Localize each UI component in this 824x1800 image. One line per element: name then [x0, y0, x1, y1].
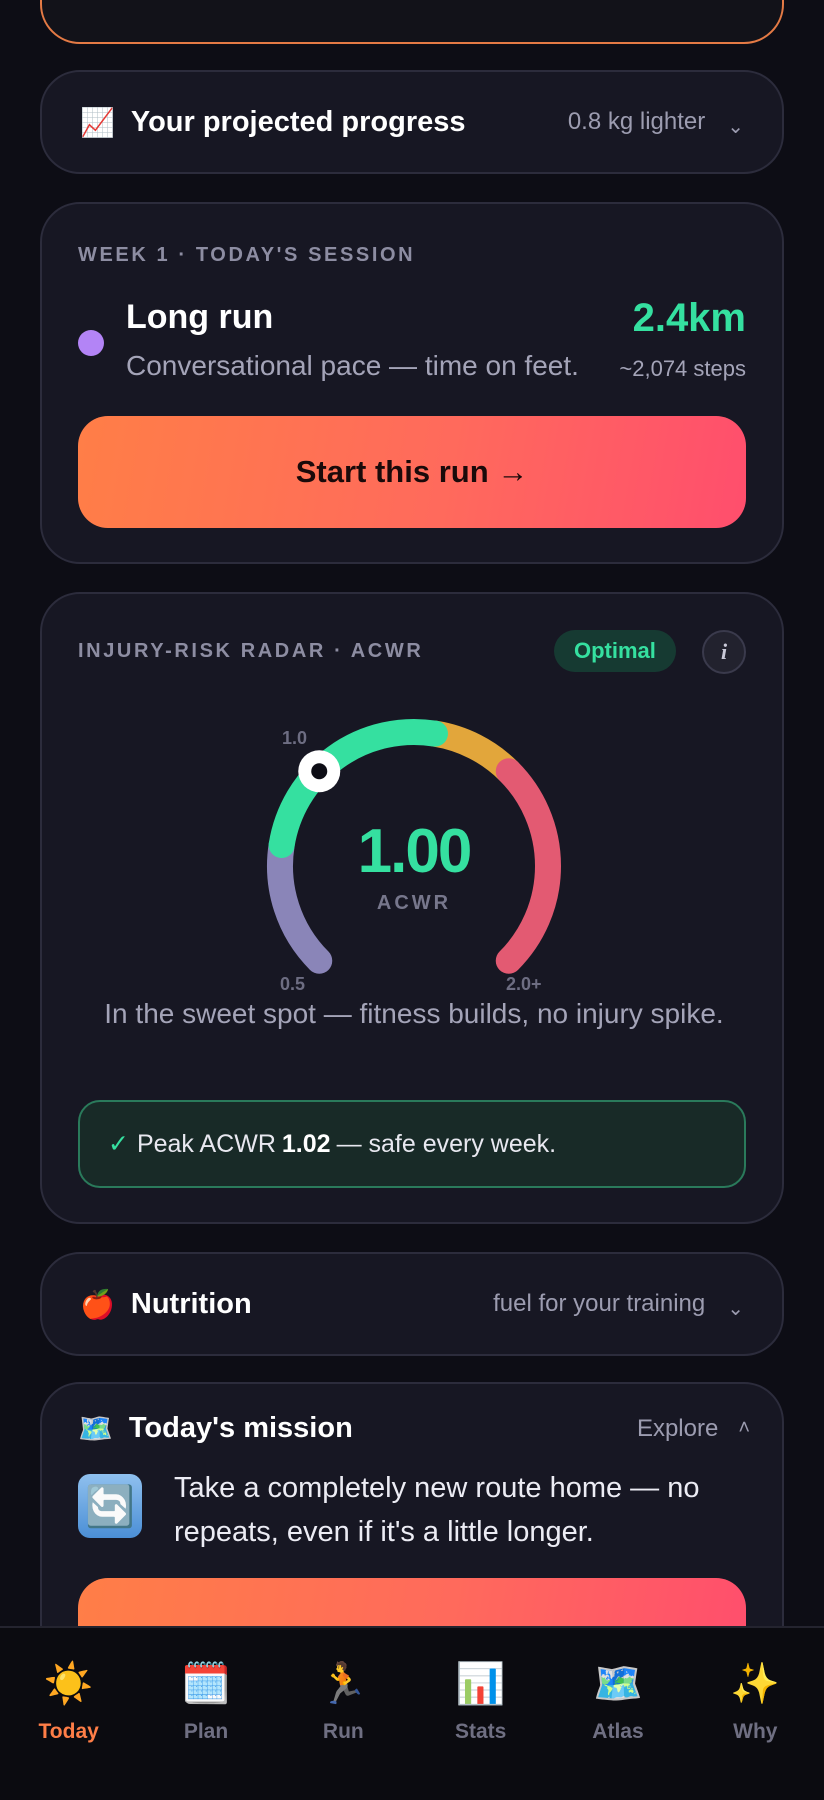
bottom-tab-bar: ☀️ Today 🗓️ Plan 🏃 Run 📊 Stats 🗺️ Atlas …: [0, 1626, 824, 1800]
session-eyebrow: WEEK 1 · TODAY'S SESSION: [78, 244, 416, 266]
sparkles-icon: ✨: [730, 1662, 781, 1706]
mission-title: Today's mission: [128, 1412, 353, 1444]
session-title: Long run: [126, 298, 274, 336]
session-steps: ~2,074 steps: [619, 356, 746, 381]
injury-risk-radar-card: INJURY-RISK RADAR · ACWR Optimal i 1.0 0…: [40, 592, 784, 1224]
tab-stats[interactable]: 📊 Stats: [412, 1628, 549, 1800]
nutrition-title: Nutrition: [130, 1287, 252, 1320]
projected-progress-card[interactable]: 📈 Your projected progress 0.8 kg lighter…: [40, 70, 784, 174]
gauge-tick-optimal: 1.0: [282, 728, 308, 748]
tab-why[interactable]: ✨ Why: [687, 1628, 824, 1800]
sun-icon: ☀️: [43, 1662, 94, 1706]
peak-acwr-summary: ✓ Peak ACWR 1.02 — safe every week.: [78, 1100, 746, 1188]
mission-header[interactable]: 🗺️ Today's mission Explore ˄: [78, 1412, 750, 1445]
chevron-up-icon[interactable]: ˄: [738, 1417, 750, 1440]
apple-icon: 🍎: [80, 1288, 115, 1320]
gauge-marker-dot: [311, 763, 328, 780]
chevron-down-icon[interactable]: ⌄: [727, 1296, 744, 1321]
acwr-gauge: [267, 719, 561, 974]
start-run-button[interactable]: Start this run →: [78, 416, 746, 528]
bar-chart-icon: 📊: [455, 1662, 506, 1706]
projected-progress-summary: 0.8 kg lighter: [567, 108, 706, 135]
gauge-marker: [298, 750, 341, 793]
map-icon: 🗺️: [78, 1413, 113, 1444]
gauge-tick-min: 0.5: [280, 974, 306, 994]
previous-card: [40, 0, 784, 44]
tab-label: Stats: [454, 1720, 507, 1743]
nutrition-summary: fuel for your training: [493, 1290, 706, 1317]
mission-category: Explore: [636, 1414, 719, 1442]
check-icon: ✓: [108, 1130, 129, 1158]
tab-label: Run: [322, 1720, 364, 1743]
peak-value: 1.02: [281, 1129, 331, 1158]
tab-label: Why: [733, 1720, 778, 1743]
tab-label: Plan: [183, 1720, 229, 1743]
tab-today[interactable]: ☀️ Today: [0, 1628, 137, 1800]
tab-plan[interactable]: 🗓️ Plan: [137, 1628, 274, 1800]
tab-run[interactable]: 🏃 Run: [275, 1628, 412, 1800]
tab-label: Today: [38, 1720, 99, 1743]
chart-up-icon: 📈: [80, 106, 115, 138]
session-description: Conversational pace — time on feet.: [126, 350, 579, 381]
nutrition-card[interactable]: 🍎 Nutrition fuel for your training ⌄: [40, 1252, 784, 1356]
tab-atlas[interactable]: 🗺️ Atlas: [549, 1628, 686, 1800]
repeat-icon: 🔄: [78, 1474, 142, 1538]
map-icon: 🗺️: [593, 1662, 643, 1706]
acwr-unit-label: ACWR: [376, 892, 452, 914]
tab-label: Atlas: [592, 1720, 644, 1743]
mission-text: Take a completely new route home — no re…: [174, 1472, 700, 1548]
acwr-value: 1.00: [357, 817, 473, 886]
calendar-icon: 🗓️: [181, 1662, 231, 1706]
session-type-dot: [78, 330, 104, 356]
chevron-down-icon[interactable]: ⌄: [727, 114, 744, 139]
peak-prefix: Peak ACWR: [136, 1129, 276, 1158]
runner-icon: 🏃: [318, 1662, 369, 1706]
gauge-tick-max: 2.0+: [506, 974, 542, 994]
session-distance: 2.4km: [632, 296, 746, 340]
peak-suffix: — safe every week.: [336, 1129, 557, 1158]
radar-caption: In the sweet spot — fitness builds, no i…: [104, 998, 724, 1029]
todays-session-card: WEEK 1 · TODAY'S SESSION Long run Conver…: [40, 202, 784, 564]
projected-progress-title: Your projected progress: [130, 105, 466, 138]
